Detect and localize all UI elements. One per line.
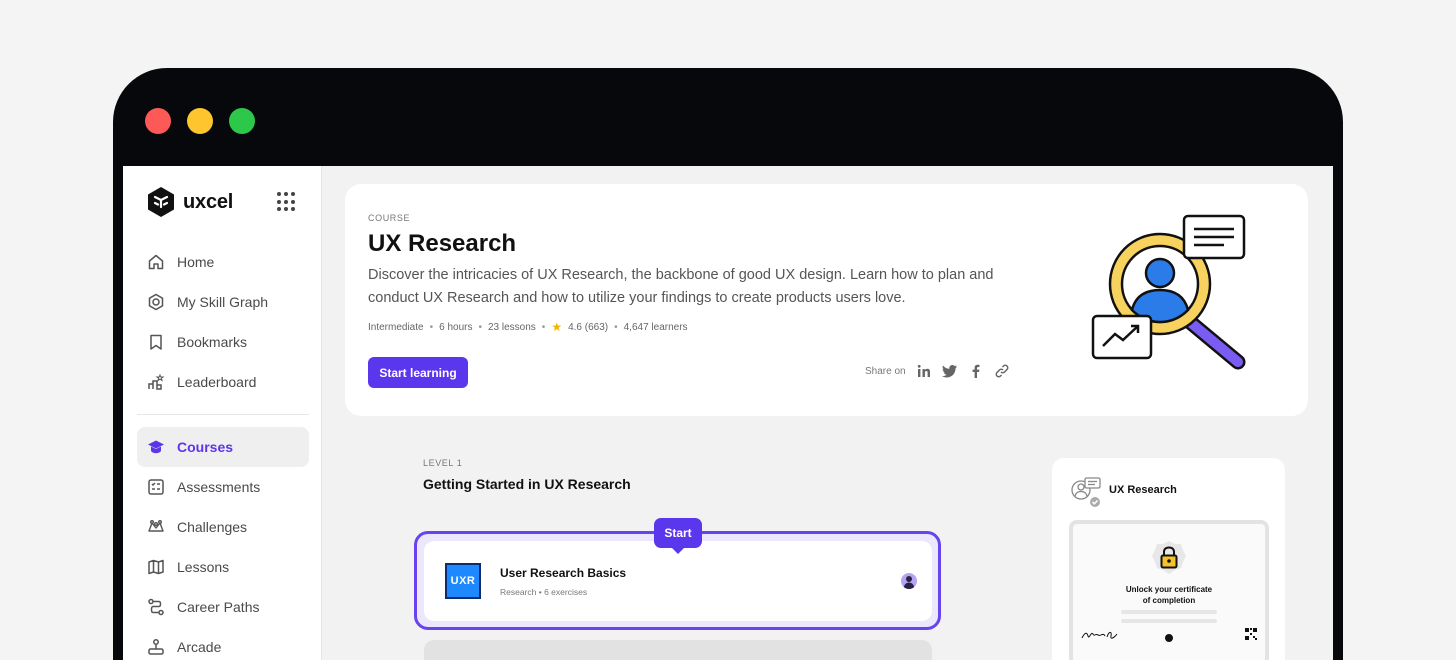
course-meta: Intermediate • 6 hours • 23 lessons • ★ … [368, 320, 688, 334]
map-icon [148, 559, 164, 575]
uxcel-logo-icon [148, 187, 174, 217]
window-close-button[interactable] [145, 108, 171, 134]
sidebar-item-career-paths[interactable]: Career Paths [137, 587, 309, 627]
apps-grid-icon[interactable] [277, 192, 297, 212]
course-description: Discover the intricacies of UX Research,… [368, 267, 994, 306]
sidebar-item-label: Career Paths [177, 599, 260, 615]
brand-logo[interactable]: uxcel [147, 186, 233, 218]
star-icon: ★ [551, 320, 563, 334]
sidebar-item-courses[interactable]: Courses [137, 427, 309, 467]
certificate-line [1121, 610, 1217, 614]
skill-graph-icon [148, 293, 164, 311]
course-duration: 6 hours [439, 321, 473, 333]
avatar-person-icon [903, 576, 915, 589]
course-hero-card: COURSE UX Research Discover the intricac… [345, 184, 1308, 416]
start-learning-button[interactable]: Start learning [368, 357, 468, 388]
twitter-icon[interactable] [941, 363, 958, 379]
certificate-unlock-line-2: of completion [1142, 596, 1196, 605]
sidebar-item-label: Home [177, 254, 215, 270]
sidebar-divider [137, 414, 309, 415]
certificate-icon [1071, 477, 1101, 507]
sidebar-item-label: Lessons [177, 559, 230, 575]
certificate-seal [1165, 634, 1173, 642]
sidebar-item-label: Challenges [177, 519, 248, 535]
lesson-subtitle: Research • 6 exercises [500, 587, 588, 597]
sidebar-item-challenges[interactable]: Challenges [137, 507, 309, 547]
share-label: Share on [865, 365, 906, 377]
certificate-title: UX Research [1109, 484, 1177, 496]
lesson-thumbnail: UXR [445, 563, 481, 599]
share-bar: Share on [865, 363, 1010, 379]
signature-icon [1081, 631, 1118, 639]
sidebar-item-arcade[interactable]: Arcade [137, 627, 309, 660]
research-magnifier-illustration [1091, 214, 1246, 370]
link-icon[interactable] [994, 363, 1010, 379]
qr-code-icon [1245, 628, 1257, 640]
certificate-unlock-line-1: Unlock your certificate [1125, 585, 1213, 594]
bookmark-icon [150, 334, 162, 350]
level-label: LEVEL 1 [423, 458, 463, 468]
level-title: Getting Started in UX Research [423, 476, 631, 492]
linkedin-icon[interactable] [916, 363, 932, 379]
graduation-cap-icon [148, 440, 164, 454]
window-minimize-button[interactable] [187, 108, 213, 134]
leaderboard-icon [148, 373, 165, 390]
sidebar-item-label: Leaderboard [177, 374, 257, 390]
course-title: UX Research [368, 230, 517, 257]
sidebar-item-label: Arcade [177, 639, 222, 655]
lesson-title: User Research Basics [500, 566, 627, 580]
app-screen: uxcel Home My Skill Graph Bookmarks Lead… [123, 166, 1333, 660]
assessments-icon [148, 479, 164, 495]
certificate-card: UX Research Unlock your certificate of c… [1052, 458, 1285, 660]
sidebar-item-label: Courses [177, 439, 234, 455]
sidebar-item-assessments[interactable]: Assessments [137, 467, 309, 507]
home-icon [148, 254, 164, 270]
sidebar-item-label: Assessments [177, 479, 261, 495]
start-badge[interactable]: Start [654, 518, 702, 554]
sidebar-item-label: Bookmarks [177, 334, 248, 350]
sidebar-item-home[interactable]: Home [137, 242, 309, 282]
certificate-preview[interactable]: Unlock your certificate of completion [1069, 520, 1269, 660]
course-eyebrow: COURSE [368, 213, 411, 223]
sidebar-item-skill-graph[interactable]: My Skill Graph [137, 282, 309, 322]
certificate-unlock-text: Unlock your certificate of completion [1083, 584, 1255, 606]
sidebar-item-label: My Skill Graph [177, 294, 269, 310]
course-level: Intermediate [368, 321, 424, 333]
course-rating: 4.6 (663) [568, 321, 609, 333]
joystick-icon [148, 639, 164, 655]
career-paths-icon [148, 598, 164, 616]
avatar [901, 573, 917, 589]
sidebar-item-bookmarks[interactable]: Bookmarks [137, 322, 309, 362]
lock-icon [1152, 541, 1186, 574]
next-lesson-card[interactable] [424, 640, 932, 660]
window-maximize-button[interactable] [229, 108, 255, 134]
course-lessons-count: 23 lessons [487, 321, 536, 333]
sidebar-item-lessons[interactable]: Lessons [137, 547, 309, 587]
course-learners: 4,647 learners [623, 321, 688, 333]
facebook-icon[interactable] [968, 363, 984, 379]
certificate-line [1121, 619, 1217, 623]
brand-name: uxcel [183, 190, 234, 213]
challenges-icon [148, 520, 164, 532]
sidebar: uxcel Home My Skill Graph Bookmarks Lead… [123, 166, 322, 660]
sidebar-item-leaderboard[interactable]: Leaderboard [137, 362, 309, 402]
